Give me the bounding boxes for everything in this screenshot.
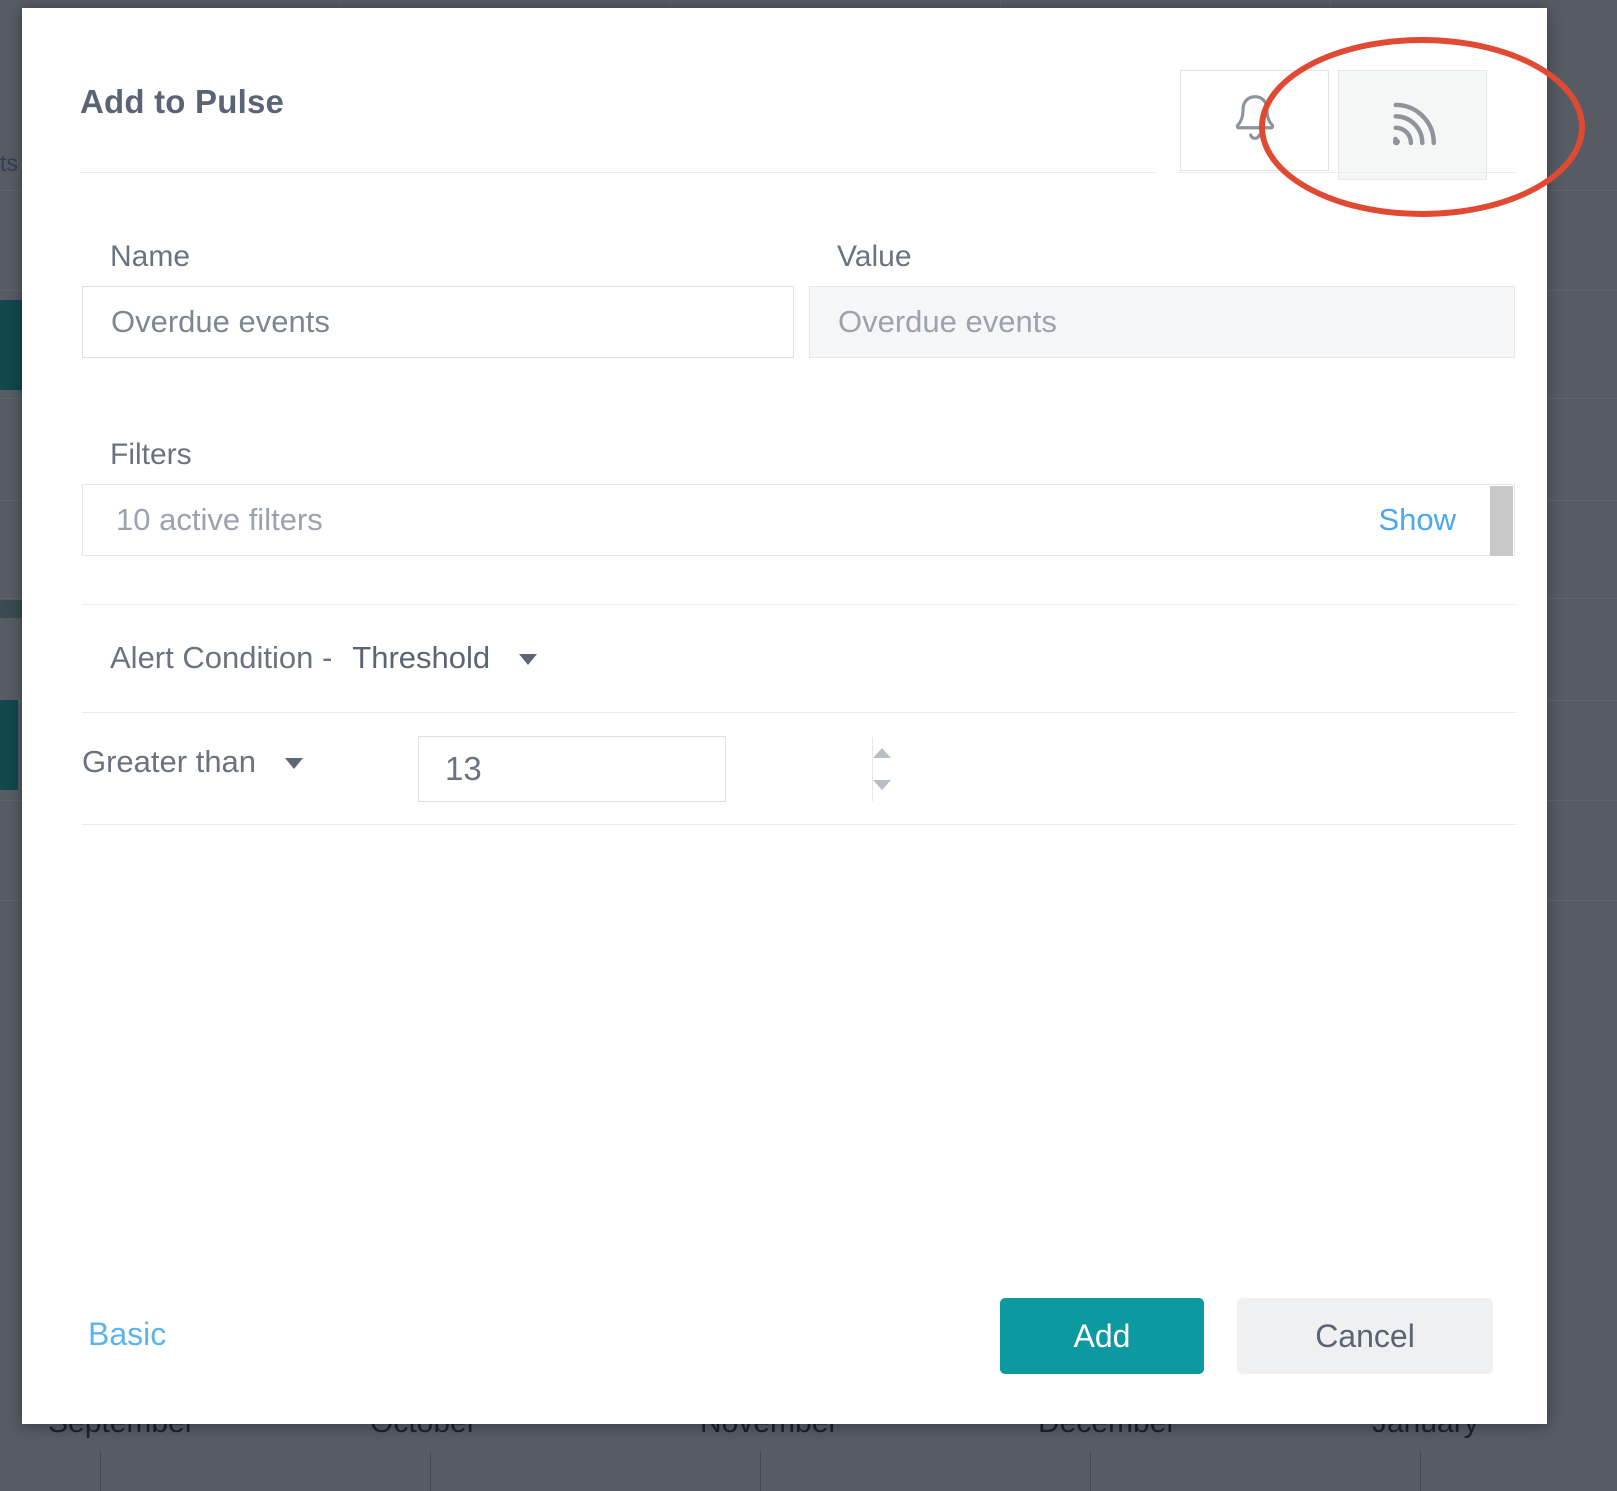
chevron-down-icon bbox=[284, 758, 303, 770]
value-label: Value bbox=[837, 240, 912, 273]
threshold-input[interactable] bbox=[419, 737, 872, 801]
name-label: Name bbox=[110, 240, 191, 273]
alert-condition-row: Alert Condition - Threshold bbox=[110, 640, 537, 676]
gantt-bar bbox=[0, 700, 18, 790]
operator-value: Greater than bbox=[82, 744, 257, 779]
alert-condition-type-dropdown[interactable]: Threshold bbox=[352, 640, 537, 676]
cancel-button[interactable]: Cancel bbox=[1237, 1298, 1493, 1374]
basic-mode-link[interactable]: Basic bbox=[88, 1316, 166, 1353]
filters-scrollbar-thumb[interactable] bbox=[1490, 486, 1513, 556]
dialog-tabs bbox=[1156, 70, 1516, 180]
tab-pulse[interactable] bbox=[1338, 70, 1487, 180]
alert-condition-label: Alert Condition - bbox=[110, 640, 333, 675]
threshold-stepper[interactable] bbox=[418, 736, 891, 802]
value-input bbox=[809, 286, 1515, 358]
dialog-form: Name Value Filters 10 active filters Sho… bbox=[22, 172, 1547, 1272]
filters-show-link[interactable]: Show bbox=[1378, 502, 1456, 538]
threshold-spinner bbox=[872, 737, 891, 801]
background-label: ts bbox=[0, 150, 18, 176]
threshold-increment-button[interactable] bbox=[873, 737, 891, 769]
add-button[interactable]: Add bbox=[1000, 1298, 1204, 1374]
dialog-title: Add to Pulse bbox=[80, 83, 285, 120]
bell-icon bbox=[1228, 91, 1282, 151]
filters-field[interactable]: 10 active filters Show bbox=[82, 484, 1515, 556]
divider-below-operator bbox=[82, 824, 1517, 825]
filters-summary: 10 active filters bbox=[116, 502, 323, 537]
caret-down-icon bbox=[873, 780, 891, 790]
gantt-bar bbox=[0, 600, 22, 618]
rss-icon bbox=[1385, 97, 1441, 153]
alert-condition-type-value: Threshold bbox=[352, 640, 491, 675]
divider-above-condition bbox=[82, 604, 1517, 605]
tab-alert[interactable] bbox=[1180, 70, 1329, 171]
page-root: ts September October November December J… bbox=[0, 0, 1617, 1491]
operator-row: Greater than bbox=[82, 744, 303, 780]
operator-dropdown[interactable]: Greater than bbox=[82, 744, 303, 780]
threshold-decrement-button[interactable] bbox=[873, 769, 891, 801]
add-to-pulse-dialog: Add to Pulse Name Overdue events Value O… bbox=[22, 8, 1547, 1424]
caret-up-icon bbox=[873, 748, 891, 758]
chevron-down-icon bbox=[518, 654, 537, 666]
dialog-footer: Basic Add Cancel bbox=[22, 1268, 1547, 1424]
name-input[interactable] bbox=[82, 286, 794, 358]
divider-below-condition bbox=[82, 712, 1517, 713]
filters-label: Filters bbox=[110, 438, 192, 471]
dialog-header: Add to Pulse bbox=[22, 8, 1547, 180]
